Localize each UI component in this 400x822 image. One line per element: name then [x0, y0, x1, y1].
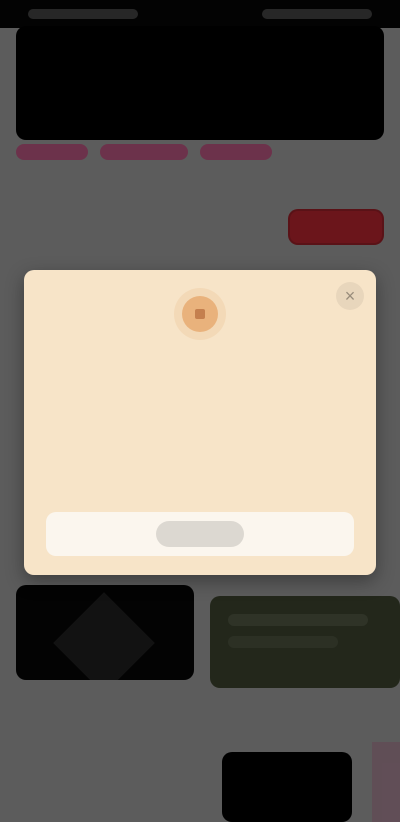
modal-primary-button[interactable] [156, 521, 244, 547]
warning-icon-mark [195, 309, 205, 319]
modal-footer [46, 512, 354, 556]
app-screen: × [0, 0, 400, 822]
modal-dialog: × [24, 270, 376, 575]
modal-body-text [64, 358, 336, 484]
close-icon[interactable]: × [336, 282, 364, 310]
warning-icon [182, 296, 218, 332]
